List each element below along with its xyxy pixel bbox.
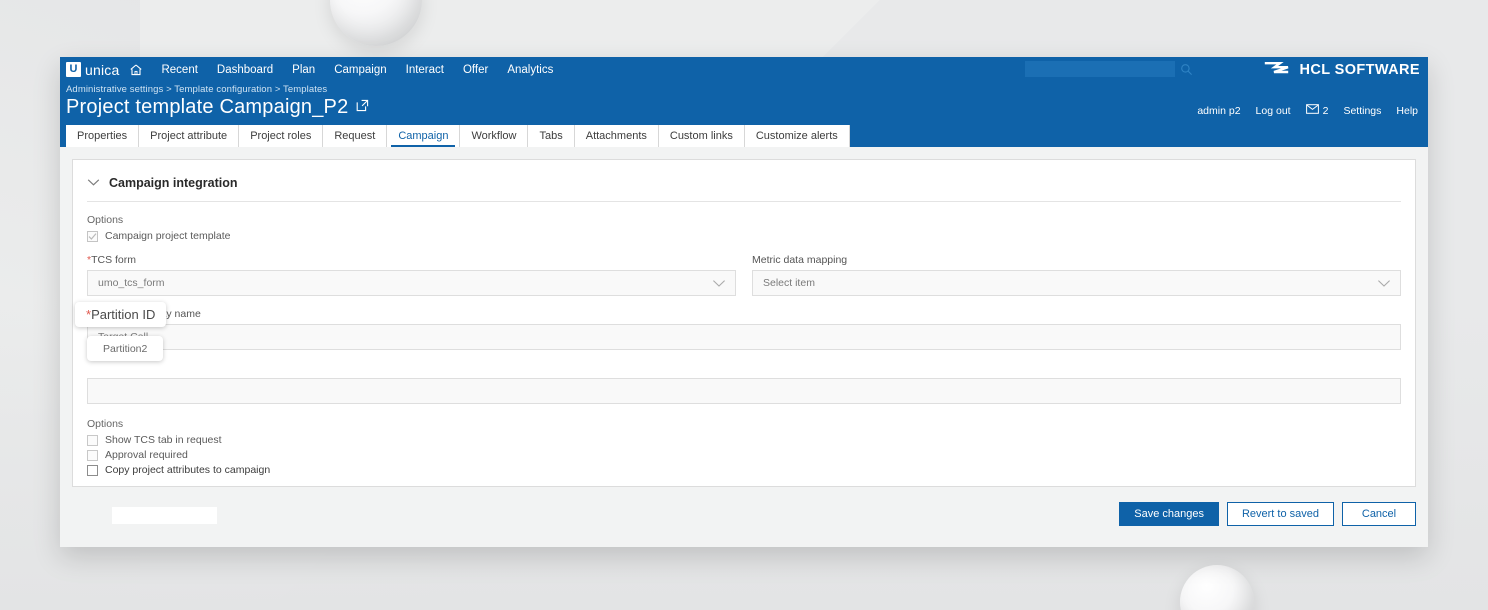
section-header[interactable]: Campaign integration (87, 172, 1401, 201)
settings-link[interactable]: Settings (1343, 105, 1381, 117)
options-top-group: Options Campaign project template (87, 214, 1401, 242)
options-bottom-group: Options Show TCS tab in request Approval… (87, 418, 1401, 476)
nav-item-offer[interactable]: Offer (463, 64, 488, 76)
global-search (1025, 61, 1193, 77)
current-user: admin p2 (1197, 105, 1240, 117)
logout-link[interactable]: Log out (1256, 105, 1291, 117)
checkbox-approval-required-label: Approval required (105, 449, 188, 461)
hcl-software-text: HCL SOFTWARE (1299, 62, 1420, 78)
tcs-form-label: *TCS form (87, 254, 736, 266)
tab-attachments[interactable]: Attachments (575, 125, 659, 147)
checkbox-unchecked-icon (87, 450, 98, 461)
tcs-form-label-text: TCS form (91, 254, 136, 266)
chevron-down-icon[interactable] (1377, 279, 1391, 291)
section-divider (87, 201, 1401, 202)
save-changes-button[interactable]: Save changes (1119, 502, 1219, 526)
hcl-software-brand: HCL SOFTWARE (1264, 57, 1420, 82)
page-title: Project template Campaign_P2 (66, 96, 348, 119)
checkbox-campaign-project-template[interactable]: Campaign project template (87, 230, 1401, 242)
metric-data-mapping-label: Metric data mapping (752, 254, 1401, 266)
help-link[interactable]: Help (1396, 105, 1418, 117)
options-top-legend: Options (87, 214, 1401, 226)
options-bottom-legend: Options (87, 418, 1401, 430)
tab-custom-links[interactable]: Custom links (659, 125, 745, 147)
checkbox-approval-required[interactable]: Approval required (87, 449, 1401, 461)
external-link-icon[interactable] (356, 99, 369, 117)
unica-wordmark: unica (85, 62, 119, 78)
checkbox-copy-project-attributes-to-campaign[interactable]: Copy project attributes to campaign (87, 464, 1401, 476)
partition-id-input[interactable] (87, 378, 1401, 404)
page-header: Administrative settings > Template confi… (60, 82, 1428, 125)
tab-project-roles[interactable]: Project roles (239, 125, 323, 147)
redacted-region (112, 507, 217, 524)
nav-item-analytics[interactable]: Analytics (507, 64, 553, 76)
metric-data-mapping-value: Select item (763, 277, 815, 289)
checkbox-unchecked-icon (87, 465, 98, 476)
content-area: Campaign integration Options Campaign pr… (60, 147, 1428, 487)
mail-count: 2 (1323, 105, 1329, 117)
tcs-form-display-name-input[interactable]: Target Cell (87, 324, 1401, 350)
tab-properties[interactable]: Properties (66, 125, 139, 147)
nav-item-campaign[interactable]: Campaign (334, 64, 386, 76)
tab-workflow[interactable]: Workflow (460, 125, 528, 147)
tab-campaign[interactable]: Campaign (387, 125, 460, 147)
checkbox-copy-project-attributes-to-campaign-label: Copy project attributes to campaign (105, 464, 270, 476)
nav-item-dashboard[interactable]: Dashboard (217, 64, 273, 76)
tcs-form-value: umo_tcs_form (98, 277, 165, 289)
tab-customize-alerts[interactable]: Customize alerts (745, 125, 850, 147)
action-buttons: Save changes Revert to saved Cancel (1119, 502, 1416, 526)
chevron-down-icon[interactable] (712, 279, 726, 291)
top-navigation-bar: U unica Recent Dashboard Plan Campaign I… (60, 57, 1428, 82)
section-title: Campaign integration (109, 176, 237, 190)
breadcrumb[interactable]: Administrative settings > Template confi… (66, 84, 1428, 95)
tab-strip: Properties Project attribute Project rol… (60, 125, 1428, 147)
unica-logo[interactable]: U unica (66, 62, 119, 78)
field-metric-data-mapping: Metric data mapping Select item (752, 254, 1401, 296)
search-input[interactable] (1025, 61, 1175, 77)
tab-tabs[interactable]: Tabs (528, 125, 574, 147)
partition-id-label: *Partition ID (75, 302, 166, 327)
form-row-selects: *TCS form umo_tcs_form Metric data mappi… (87, 254, 1401, 296)
search-icon[interactable] (1180, 63, 1193, 76)
mail-icon (1306, 104, 1319, 117)
metric-data-mapping-select[interactable]: Select item (752, 270, 1401, 296)
cancel-button[interactable]: Cancel (1342, 502, 1416, 526)
utility-links: admin p2 Log out 2 Settings Help (1197, 104, 1418, 117)
tab-project-attribute[interactable]: Project attribute (139, 125, 239, 147)
nav-item-recent[interactable]: Recent (161, 64, 197, 76)
checkbox-show-tcs-tab-in-request-label: Show TCS tab in request (105, 434, 222, 446)
home-icon[interactable] (129, 63, 143, 77)
footer-action-bar: Save changes Revert to saved Cancel (60, 487, 1428, 547)
partition-id-label-text: Partition ID (91, 307, 155, 322)
checkbox-campaign-project-template-label: Campaign project template (105, 230, 230, 242)
nav-item-plan[interactable]: Plan (292, 64, 315, 76)
nav-item-interact[interactable]: Interact (406, 64, 444, 76)
checkbox-checked-icon (87, 231, 98, 242)
chevron-down-icon[interactable] (87, 174, 100, 192)
primary-nav: Recent Dashboard Plan Campaign Interact … (161, 64, 553, 76)
partition-id-value: Partition2 (87, 336, 163, 361)
checkbox-unchecked-icon (87, 435, 98, 446)
messages-indicator[interactable]: 2 (1306, 104, 1329, 117)
tab-request[interactable]: Request (323, 125, 387, 147)
unica-mark-icon: U (66, 62, 81, 77)
unica-application-window: U unica Recent Dashboard Plan Campaign I… (60, 57, 1428, 547)
revert-to-saved-button[interactable]: Revert to saved (1227, 502, 1334, 526)
tcs-form-display-name-label: *TCS form display name (87, 308, 1401, 320)
campaign-integration-panel: Campaign integration Options Campaign pr… (72, 159, 1416, 487)
tcs-form-select[interactable]: umo_tcs_form (87, 270, 736, 296)
hcl-logo-icon (1264, 59, 1290, 81)
field-tcs-form-display-name: *TCS form display name Target Cell (87, 308, 1401, 350)
field-partition-id (87, 362, 1401, 404)
checkbox-show-tcs-tab-in-request[interactable]: Show TCS tab in request (87, 434, 1401, 446)
field-tcs-form: *TCS form umo_tcs_form (87, 254, 736, 296)
